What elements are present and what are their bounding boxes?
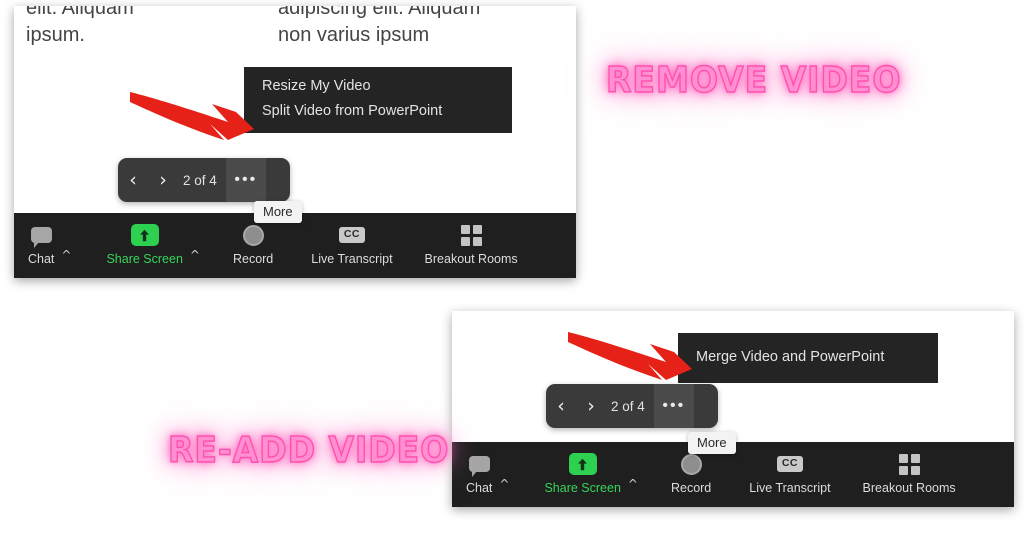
toolbar-label-breakout-rooms: Breakout Rooms — [862, 481, 956, 495]
toolbar-item-chat[interactable]: Chat — [466, 442, 492, 495]
video-context-menu-bottom[interactable]: Merge Video and PowerPoint — [678, 333, 938, 383]
more-tooltip-bottom: More — [688, 432, 736, 454]
menu-item-merge-video-and-powerpoint[interactable]: Merge Video and PowerPoint — [678, 345, 938, 370]
closed-caption-icon: CC — [338, 222, 365, 248]
share-screen-up-arrow-icon — [130, 222, 159, 248]
toolbar-item-breakout-rooms[interactable]: Breakout Rooms — [425, 213, 518, 266]
record-circle-icon — [680, 451, 702, 477]
chat-bubble-icon — [468, 451, 490, 477]
chat-caret-icon[interactable]: ^ — [54, 248, 78, 262]
toolbar-label-chat: Chat — [28, 252, 55, 266]
toolbar-item-live-transcript[interactable]: CC Live Transcript — [749, 442, 831, 495]
toolbar-item-live-transcript[interactable]: CC Live Transcript — [311, 213, 393, 266]
red-arrow-pointing-to-split-video — [124, 78, 260, 148]
slide-text-left-line2: ipsum. — [26, 24, 85, 46]
chat-caret-icon[interactable]: ^ — [492, 477, 516, 491]
slide-counter: 2 of 4 — [183, 172, 217, 188]
chevron-left-icon[interactable]: ‹ — [546, 396, 576, 416]
toolbar-label-share-screen: Share Screen — [106, 252, 183, 266]
toolbar-label-share-screen: Share Screen — [544, 481, 621, 495]
closed-caption-icon: CC — [776, 451, 803, 477]
more-tooltip-top: More — [254, 201, 302, 223]
more-options-icon[interactable]: ••• — [225, 158, 266, 202]
cc-badge-text: CC — [338, 227, 365, 243]
slide-text-right-line1: adipiscing elit. Aliquam — [278, 6, 481, 19]
toolbar-label-live-transcript: Live Transcript — [311, 252, 393, 266]
share-screen-up-arrow-icon — [568, 451, 597, 477]
caption-re-add-video: RE-ADD VIDEO — [167, 429, 450, 472]
toolbar-item-breakout-rooms[interactable]: Breakout Rooms — [863, 442, 956, 495]
remove-video-screenshot-panel: elit. Aliquam ipsum. adipiscing elit. Al… — [14, 6, 576, 278]
toolbar-item-share-screen[interactable]: Share Screen — [544, 442, 621, 495]
slide-navigation-pill[interactable]: ‹ › 2 of 4 ••• — [118, 158, 290, 202]
red-arrow-pointing-to-merge-video — [562, 318, 698, 388]
cc-badge-text: CC — [776, 456, 803, 472]
chevron-right-icon[interactable]: › — [576, 396, 606, 416]
toolbar-item-chat[interactable]: Chat — [28, 213, 54, 266]
record-circle-icon — [242, 222, 264, 248]
toolbar-label-chat: Chat — [466, 481, 493, 495]
chat-bubble-icon — [30, 222, 52, 248]
toolbar-label-record: Record — [232, 252, 274, 266]
share-screen-caret-icon[interactable]: ^ — [621, 477, 645, 491]
caption-remove-video: REMOVE VIDEO — [605, 59, 902, 102]
toolbar-label-record: Record — [670, 481, 712, 495]
slide-text-left-line1: elit. Aliquam — [26, 6, 134, 19]
chevron-left-icon[interactable]: ‹ — [118, 170, 148, 190]
slide-navigation-pill-bottom[interactable]: ‹ › 2 of 4 ••• — [546, 384, 718, 428]
menu-item-split-video-from-powerpoint[interactable]: Split Video from PowerPoint — [244, 99, 512, 124]
re-add-video-screenshot-panel: Merge Video and PowerPoint ‹ › 2 of 4 ••… — [452, 311, 1014, 507]
slide-text-right-column: adipiscing elit. Aliquam non varius ipsu… — [278, 6, 480, 49]
grid-four-squares-icon — [460, 222, 482, 248]
toolbar-item-share-screen[interactable]: Share Screen — [106, 213, 183, 266]
share-screen-caret-icon[interactable]: ^ — [183, 248, 207, 262]
grid-four-squares-icon — [898, 451, 920, 477]
toolbar-label-breakout-rooms: Breakout Rooms — [424, 252, 518, 266]
slide-counter: 2 of 4 — [611, 398, 645, 414]
menu-item-resize-my-video[interactable]: Resize My Video — [244, 74, 512, 99]
chevron-right-icon[interactable]: › — [148, 170, 178, 190]
more-options-icon[interactable]: ••• — [653, 384, 694, 428]
slide-text-right-line2: non varius ipsum — [278, 24, 430, 46]
toolbar-label-live-transcript: Live Transcript — [749, 481, 831, 495]
slide-text-left-column: elit. Aliquam ipsum. — [26, 6, 134, 49]
video-context-menu[interactable]: Resize My Video Split Video from PowerPo… — [244, 67, 512, 133]
